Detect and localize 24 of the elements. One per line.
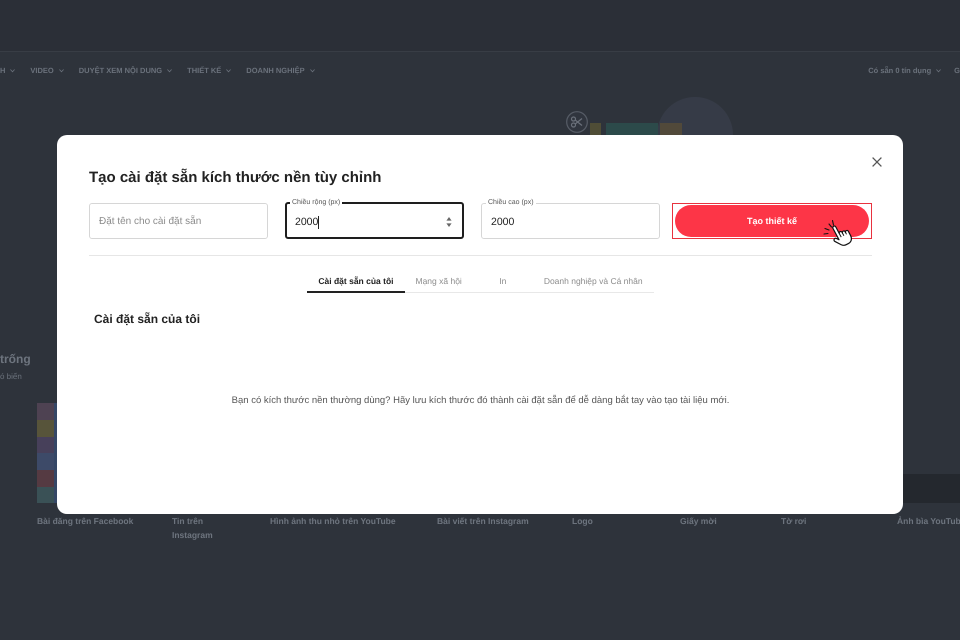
image-placeholder bbox=[903, 474, 960, 503]
section-heading: trống bbox=[0, 352, 31, 367]
spinner-icon[interactable] bbox=[446, 216, 452, 228]
text-input-field[interactable]: Đặt tên cho cài đặt sẵn bbox=[89, 203, 268, 239]
template-label[interactable]: Bài viết trên Instagram bbox=[437, 514, 529, 528]
tab[interactable]: Doanh nghiệp và Cá nhân bbox=[532, 270, 654, 293]
template-label[interactable]: Tờ rơi bbox=[781, 514, 806, 528]
empty-state-message: Bạn có kích thước nền thường dùng? Hãy lưu kích thước đó thành cài đặt sẵn để dễ dàng bắt tay vào tạo tài liệu mới. bbox=[230, 395, 730, 407]
close-icon[interactable] bbox=[872, 157, 882, 167]
template-label[interactable]: Ảnh bìa YouTub bbox=[897, 514, 960, 528]
tab[interactable]: In bbox=[472, 270, 533, 293]
tab[interactable]: Mạng xã hội bbox=[404, 270, 473, 293]
section-subheading: ó biến bbox=[0, 372, 22, 381]
create-design-button[interactable]: Tạo thiết kế bbox=[675, 205, 869, 237]
template-label[interactable]: Hình ảnh thu nhỏ trên YouTube bbox=[270, 514, 396, 528]
scissors-icon bbox=[566, 111, 588, 133]
template-label[interactable]: Logo bbox=[572, 514, 593, 528]
tab[interactable]: Cài đặt sẵn của tôi bbox=[307, 270, 404, 293]
dialog-title: Tạo cài đặt sẵn kích thước nền tùy chỉnh bbox=[89, 169, 382, 187]
template-label[interactable]: Tin trên Instagram bbox=[172, 514, 230, 542]
hand-cursor-icon bbox=[821, 219, 853, 247]
presets-heading: Cài đặt sẵn của tôi bbox=[94, 312, 200, 326]
template-label[interactable]: Bài đăng trên Facebook bbox=[37, 514, 134, 528]
template-label[interactable]: Giấy mời bbox=[680, 514, 717, 528]
